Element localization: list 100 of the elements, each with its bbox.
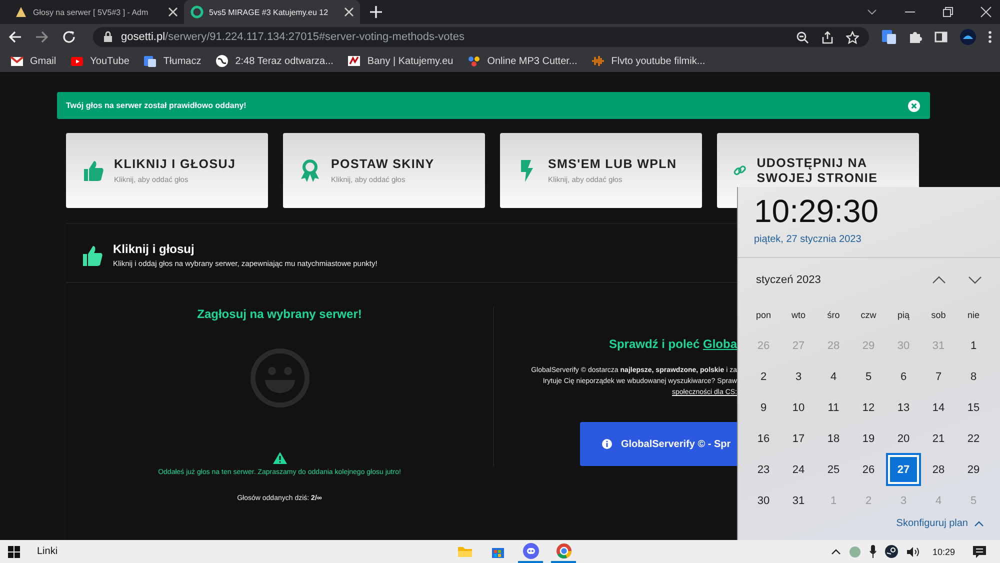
calendar-day[interactable]: 15: [956, 392, 991, 423]
info-icon: [602, 439, 612, 449]
weekday-label: pon: [754, 308, 772, 322]
card-title: UDOSTĘPNIJ NA SWOJEJ STRONIE: [756, 156, 879, 186]
calendar-day[interactable]: 30: [746, 485, 781, 516]
star-icon[interactable]: [846, 30, 859, 44]
calendar-day[interactable]: 23: [746, 454, 781, 485]
status-dot-icon[interactable]: [849, 546, 862, 558]
calendar-day[interactable]: 14: [921, 392, 956, 423]
avatar-icon[interactable]: [960, 29, 976, 45]
bookmark-link[interactable]: 2:48 Teraz odtwarza...: [235, 56, 334, 66]
bookmark-link[interactable]: Online MP3 Cutter...: [487, 56, 578, 66]
address-bar[interactable]: gosetti.pl/serwery/91.224.117.134:27015#server-voting-methods-votes: [93, 27, 869, 47]
zoom-icon[interactable]: [796, 30, 809, 44]
agenda-toggle[interactable]: Skonfiguruj plan: [896, 518, 984, 529]
new-tab-icon[interactable]: [368, 4, 384, 20]
calendar-day[interactable]: 7: [921, 361, 956, 392]
month-label[interactable]: styczeń 2023: [756, 274, 821, 286]
tab-title: Głosy na serwer [ 5V5#3 ] - Adm: [33, 8, 150, 16]
calendar-day[interactable]: 22: [956, 423, 991, 454]
weekday-label: czw: [860, 308, 878, 322]
calendar-day[interactable]: 13: [886, 392, 921, 423]
warning-icon: [272, 452, 286, 464]
calendar-day[interactable]: 25: [816, 454, 851, 485]
calendar-day[interactable]: 20: [886, 423, 921, 454]
calendar-day[interactable]: 2: [746, 361, 781, 392]
weekday-label: śro: [826, 308, 841, 322]
bookmark-link[interactable]: YouTube: [90, 56, 130, 66]
section-title: Kliknij i głosuj: [113, 242, 196, 256]
chevron-up-icon: [974, 520, 984, 526]
promo-heading: Sprawdź i poleć Globa: [608, 337, 737, 351]
taskbar-app[interactable]: [518, 540, 543, 563]
browser-tab[interactable]: 5vs5 MIRAGE #3 Katujemy.eu 12: [184, 0, 360, 24]
dots-icon: [467, 54, 482, 68]
close-icon[interactable]: [344, 7, 354, 17]
calendar-day[interactable]: 21: [921, 423, 956, 454]
reload-icon[interactable]: [62, 30, 76, 44]
waveform-icon: [591, 54, 606, 68]
award-icon: [299, 158, 321, 182]
bookmark-link[interactable]: Flvto youtube filmik...: [611, 56, 706, 66]
alert-message: Twój głos na serwer został prawidłowo oddany!: [66, 101, 246, 110]
calendar-day[interactable]: 27: [888, 455, 919, 484]
calendar-day[interactable]: 4: [816, 361, 851, 392]
promo-link[interactable]: Globa: [702, 337, 737, 351]
tab-title: 5vs5 MIRAGE #3 Katujemy.eu 12: [209, 8, 330, 16]
url-text: gosetti.pl/serwery/91.224.117.134:27015#server-voting-methods-votes: [121, 31, 466, 43]
smiley-icon: [250, 348, 310, 408]
thumbs-up-icon: [82, 158, 104, 182]
calendar-day[interactable]: 31: [781, 485, 816, 516]
close-icon[interactable]: [168, 7, 178, 17]
calendar-day[interactable]: 18: [816, 423, 851, 454]
calendar-day[interactable]: 11: [816, 392, 851, 423]
calendar-day[interactable]: 9: [746, 392, 781, 423]
card-title: SMS'EM LUB WPLN: [548, 157, 677, 172]
bookmark-link[interactable]: Tłumacz: [163, 56, 202, 66]
calendar-day[interactable]: 24: [781, 454, 816, 485]
calendar-day[interactable]: 1: [956, 330, 991, 361]
calendar-day[interactable]: 12: [851, 392, 886, 423]
logo-icon: [347, 54, 362, 68]
calendar-day[interactable]: 6: [886, 361, 921, 392]
chevron-down-icon[interactable]: [968, 276, 982, 284]
calendar-day[interactable]: 10: [781, 392, 816, 423]
share-icon[interactable]: [821, 30, 834, 44]
calendar-day[interactable]: 29: [956, 454, 991, 485]
play-icon: [70, 54, 84, 68]
back-icon[interactable]: [8, 30, 22, 44]
vote-heading: Zagłosuj na wybrany serwer!: [197, 307, 362, 321]
bell-icon: [14, 5, 28, 19]
notification-icon[interactable]: [973, 546, 986, 558]
sidebar-icon[interactable]: [934, 30, 948, 44]
calendar-day[interactable]: 3: [781, 361, 816, 392]
microphone-icon[interactable]: [869, 545, 878, 558]
more-icon[interactable]: [988, 30, 992, 44]
restore-icon[interactable]: [942, 6, 954, 18]
translate-icon[interactable]: [882, 30, 896, 44]
globalserverify-button[interactable]: GlobalServerify © - Spr: [580, 422, 737, 466]
weekday-label: sob: [930, 308, 947, 322]
card-title: POSTAW SKINY: [331, 157, 434, 172]
date-link[interactable]: piątek, 27 stycznia 2023: [754, 234, 1000, 245]
bookmark-link[interactable]: Gmail: [30, 56, 56, 66]
bookmark-link[interactable]: Bany | Katujemy.eu: [367, 56, 454, 66]
forward-icon[interactable]: [35, 30, 49, 44]
weekday-label: nie: [966, 308, 980, 322]
windows-logo-icon[interactable]: [8, 546, 20, 558]
calendar-day[interactable]: 16: [746, 423, 781, 454]
calendar-day[interactable]: 5: [851, 361, 886, 392]
toolbar-label[interactable]: Linki: [37, 546, 58, 557]
calendar-day[interactable]: 8: [956, 361, 991, 392]
calendar-day[interactable]: 19: [851, 423, 886, 454]
calendar-day[interactable]: 17: [781, 423, 816, 454]
card-title: KLIKNIJ I GŁOSUJ: [114, 157, 236, 172]
taskbar-clock[interactable]: 10:29: [932, 546, 955, 556]
browser-tab[interactable]: Głosy na serwer [ 5V5#3 ] - Adm: [8, 0, 184, 24]
calendar-day[interactable]: 26: [851, 454, 886, 485]
chevron-up-icon[interactable]: [831, 548, 842, 554]
puzzle-icon[interactable]: [908, 30, 922, 44]
mail-icon: [10, 54, 24, 68]
calendar-day[interactable]: 28: [921, 454, 956, 485]
close-icon[interactable]: [980, 6, 992, 18]
weekday-label: wto: [790, 308, 806, 322]
